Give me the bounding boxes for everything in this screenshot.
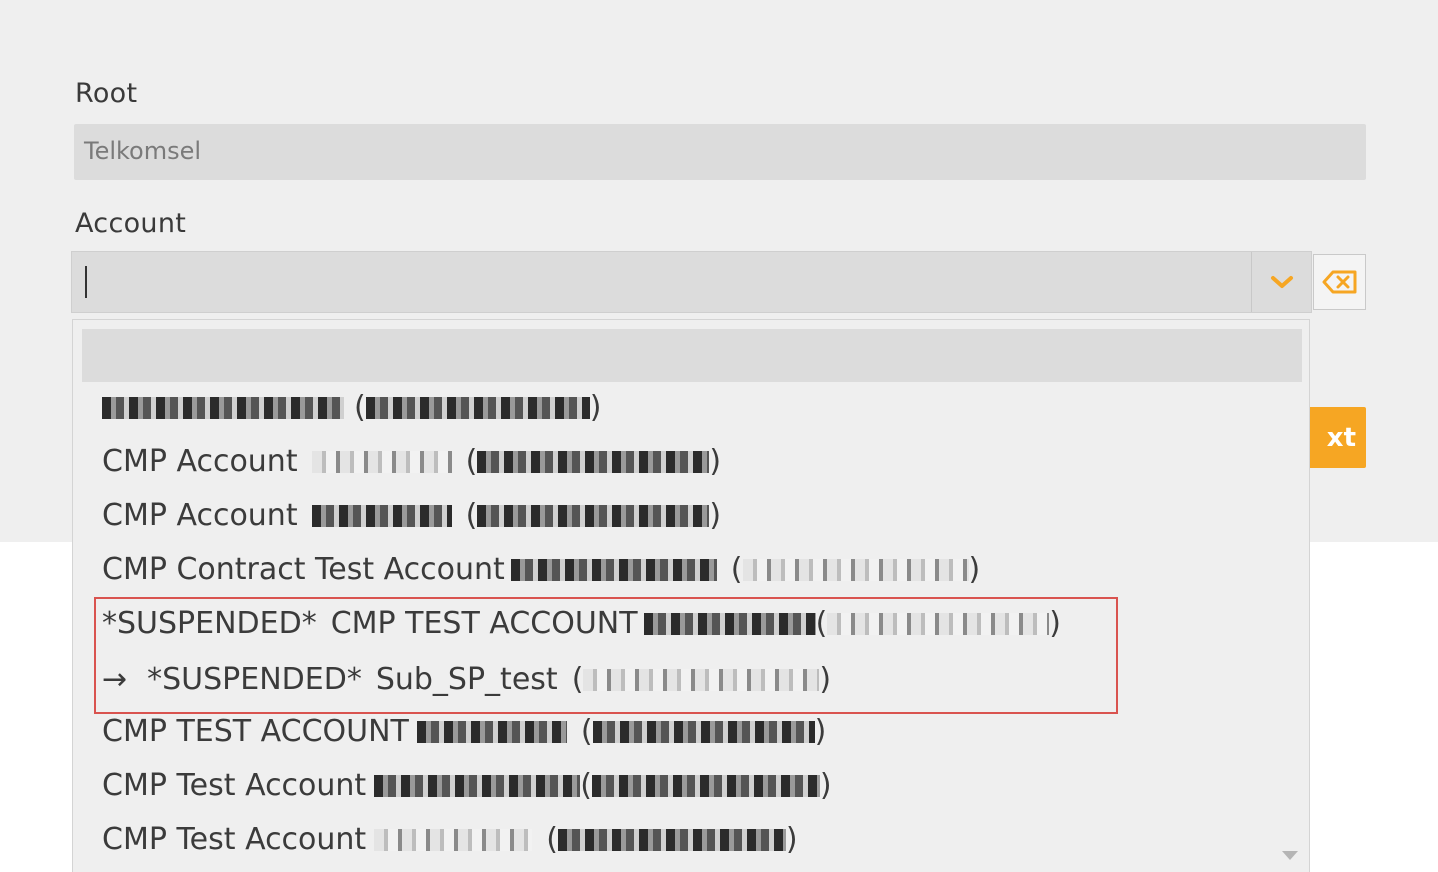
redacted-id [477, 505, 710, 527]
redacted-name [374, 829, 533, 851]
redacted-id [557, 829, 786, 851]
redacted-id [592, 721, 815, 743]
redacted-id [742, 559, 969, 581]
redacted-name [311, 505, 452, 527]
root-field: Telkomsel [74, 124, 1366, 180]
option-name: CMP Account [102, 498, 298, 533]
account-search-input[interactable] [72, 252, 1250, 312]
text-cursor [85, 266, 87, 298]
suspended-highlight-box [94, 597, 1118, 714]
dropdown-option[interactable]: CMP Account ( ) [102, 442, 721, 482]
redacted-name [102, 397, 344, 419]
option-name: CMP Test Account [102, 822, 367, 857]
dropdown-option[interactable]: CMP Test Account ( ) [102, 766, 832, 806]
backspace-icon [1322, 270, 1356, 294]
dropdown-option[interactable]: CMP Account ( ) [102, 496, 721, 536]
redacted-name [311, 451, 452, 473]
redacted-id [591, 775, 820, 797]
scroll-down-arrow-icon[interactable] [1282, 851, 1298, 860]
chevron-down-icon [1270, 276, 1293, 288]
redacted-name [416, 721, 567, 743]
dropdown-toggle-button[interactable] [1251, 252, 1311, 312]
account-dropdown-list[interactable]: ( ) CMP Account ( ) CMP Account ( ) CMP … [72, 319, 1310, 872]
redacted-id [477, 451, 710, 473]
dropdown-option[interactable]: CMP Contract Test Account ( ) [102, 550, 980, 590]
account-label: Account [75, 208, 187, 239]
redacted-id [365, 397, 590, 419]
option-name: CMP Contract Test Account [102, 552, 505, 587]
root-label: Root [75, 78, 138, 109]
dropdown-option[interactable]: CMP Test Account ( ) [102, 820, 798, 860]
dropdown-option[interactable]: CMP TEST ACCOUNT ( ) [102, 712, 826, 752]
empty-option[interactable] [82, 329, 1302, 382]
redacted-name [510, 559, 717, 581]
account-select[interactable] [71, 251, 1312, 313]
root-value: Telkomsel [84, 137, 202, 165]
option-name: CMP TEST ACCOUNT [102, 714, 409, 749]
redacted-name [374, 775, 581, 797]
option-name: CMP Account [102, 444, 298, 479]
dropdown-option[interactable]: ( ) [102, 388, 601, 428]
option-name: CMP Test Account [102, 768, 367, 803]
clear-button[interactable] [1313, 254, 1366, 310]
